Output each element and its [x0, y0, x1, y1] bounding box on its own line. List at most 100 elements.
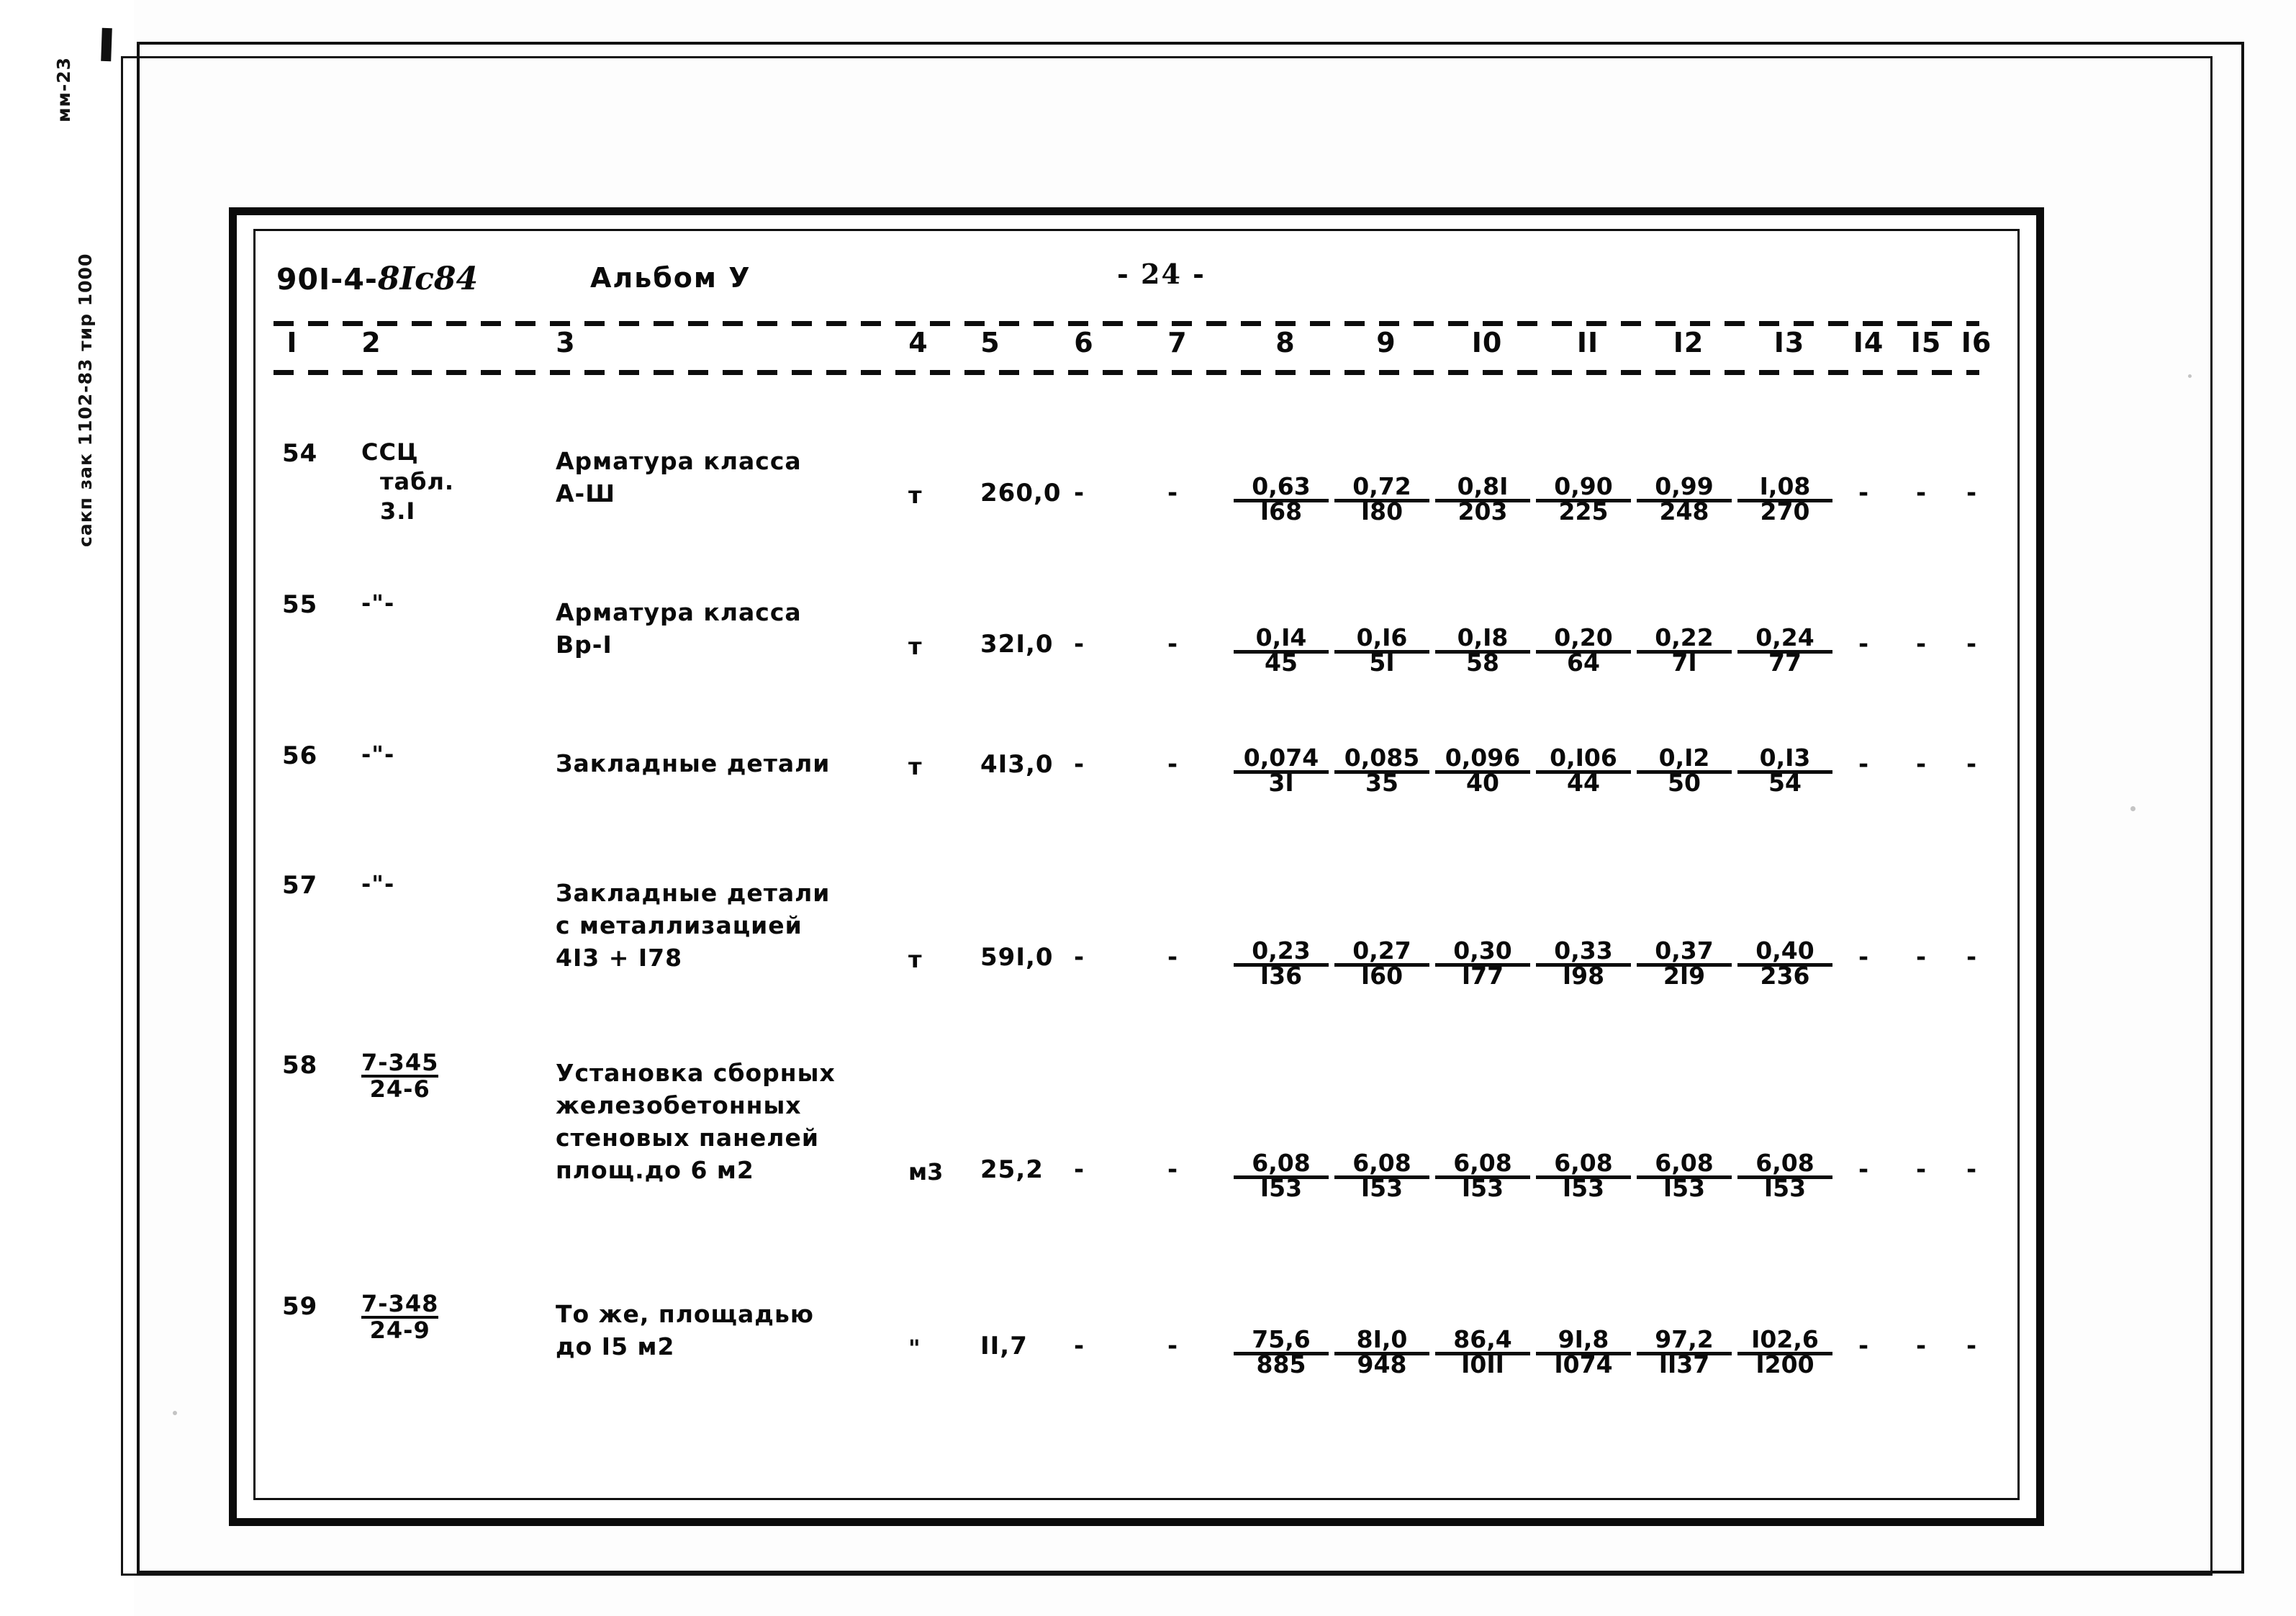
value-fraction: 0,99 248: [1637, 474, 1732, 524]
value-fraction: 0,23 I36: [1234, 939, 1329, 988]
column-number-I2: I2: [1673, 327, 1704, 358]
row-description-line: Закладные детали: [556, 749, 831, 777]
row-col16-dash: -: [1966, 750, 1977, 779]
row-col14-dash: -: [1858, 1155, 1869, 1184]
value-numerator: 6,08: [1554, 1149, 1613, 1177]
value-numerator: 0,72: [1352, 472, 1411, 500]
scan-speckle: [2130, 806, 2135, 811]
row-col14-dash: -: [1858, 943, 1869, 972]
row-quantity: II,7: [980, 1332, 1028, 1360]
value-fraction: 0,I8 58: [1435, 626, 1530, 675]
margin-note-secondary: мм-23: [53, 56, 74, 122]
value-numerator: 0,I3: [1759, 744, 1811, 772]
value-denominator: I36: [1260, 962, 1303, 990]
scan-speckle: [2188, 374, 2192, 378]
value-denominator: I68: [1260, 497, 1303, 525]
page-number: - 24 -: [1117, 258, 1206, 290]
row-col14-dash: -: [1858, 479, 1869, 507]
value-numerator: 0,27: [1352, 936, 1411, 965]
row-col16-dash: -: [1966, 943, 1977, 972]
series-code-handwritten: 8Iс84: [377, 261, 479, 297]
value-numerator: 0,24: [1755, 623, 1814, 651]
row-quantity: 4I3,0: [980, 750, 1054, 779]
value-denominator: 7I: [1671, 649, 1697, 677]
column-number-6: 6: [1074, 327, 1094, 358]
value-denominator: I53: [1461, 1174, 1504, 1202]
value-denominator: I53: [1663, 1174, 1706, 1202]
value-numerator: 0,20: [1554, 623, 1613, 651]
column-number-5: 5: [980, 327, 1000, 358]
value-numerator: 0,I06: [1550, 744, 1617, 772]
row-description-line: с металлизацией: [556, 911, 803, 939]
scan-speckle: [173, 1411, 177, 1415]
value-fraction: 0,096 40: [1435, 746, 1530, 795]
scan-artifact-blob: [101, 27, 112, 62]
row-number: 54: [282, 439, 318, 468]
row-code: 7-345 24-6: [361, 1051, 439, 1103]
value-denominator: I0II: [1461, 1350, 1504, 1378]
row-quantity: 32I,0: [980, 630, 1054, 659]
row-quantity: 59I,0: [980, 943, 1054, 972]
value-fraction: 0,I6 5I: [1334, 626, 1429, 675]
row-number: 55: [282, 590, 318, 619]
column-number-I3: I3: [1773, 327, 1805, 358]
row-col6-dash: -: [1074, 630, 1085, 659]
row-col16-dash: -: [1966, 630, 1977, 659]
value-numerator: I02,6: [1751, 1325, 1819, 1353]
row-col7-dash: -: [1167, 1332, 1178, 1360]
table-row: 59 7-348 24-9 То же, площадью до I5 м2 " II,7 -…: [253, 1292, 2015, 1436]
column-number-I6: I6: [1961, 327, 1992, 358]
margin-note-primary: сакп зак 1102-83 тир 1000: [75, 253, 96, 547]
value-denominator: 40: [1466, 769, 1499, 797]
row-description-line: железобетонных: [556, 1091, 802, 1119]
row-col15-dash: -: [1916, 943, 1927, 972]
row-quantity: 260,0: [980, 479, 1062, 507]
value-numerator: 0,63: [1252, 472, 1311, 500]
value-numerator: 0,074: [1243, 744, 1319, 772]
row-code-denominator: 24-6: [369, 1075, 430, 1103]
row-col15-dash: -: [1916, 1155, 1927, 1184]
value-denominator: I53: [1360, 1174, 1404, 1202]
row-col6-dash: -: [1074, 1332, 1085, 1360]
value-denominator: 203: [1457, 497, 1508, 525]
value-denominator: 44: [1567, 769, 1600, 797]
row-description-line: Закладные детали: [556, 879, 831, 907]
value-denominator: I60: [1360, 962, 1404, 990]
row-code-line: 3.I: [380, 497, 416, 525]
value-denominator: I53: [1763, 1174, 1807, 1202]
row-number: 56: [282, 741, 318, 770]
page-left-margin: сакп зак 1102-83 тир 1000 мм-23: [0, 0, 134, 1616]
value-fraction: 0,I06 44: [1536, 746, 1631, 795]
row-col14-dash: -: [1858, 750, 1869, 779]
value-numerator: 0,I8: [1457, 623, 1509, 651]
value-fraction: 97,2 II37: [1637, 1327, 1732, 1377]
value-denominator: I77: [1461, 962, 1504, 990]
row-description-line: до I5 м2: [556, 1332, 675, 1360]
value-fraction: 6,08 I53: [1334, 1151, 1429, 1201]
value-fraction: 0,90 225: [1536, 474, 1631, 524]
row-col15-dash: -: [1916, 479, 1927, 507]
value-denominator: I98: [1562, 962, 1605, 990]
value-numerator: 6,08: [1453, 1149, 1512, 1177]
row-unit: м3: [908, 1158, 944, 1186]
row-description-line: 4I3 + I78: [556, 944, 683, 972]
row-col15-dash: -: [1916, 750, 1927, 779]
value-numerator: 8I,0: [1356, 1325, 1408, 1353]
value-denominator: 58: [1466, 649, 1499, 677]
value-numerator: 0,33: [1554, 936, 1613, 965]
column-number-I5: I5: [1910, 327, 1942, 358]
row-col7-dash: -: [1167, 750, 1178, 779]
value-fraction: 6,08 I53: [1234, 1151, 1329, 1201]
value-numerator: 75,6: [1252, 1325, 1311, 1353]
value-fraction: 0,40 236: [1737, 939, 1832, 988]
value-fraction: 0,22 7I: [1637, 626, 1732, 675]
row-col7-dash: -: [1167, 630, 1178, 659]
value-numerator: 0,I6: [1356, 623, 1408, 651]
row-code-denominator: 24-9: [369, 1316, 430, 1344]
value-denominator: 248: [1659, 497, 1709, 525]
value-denominator: I53: [1562, 1174, 1605, 1202]
column-number-I0: I0: [1471, 327, 1503, 358]
value-fraction: 0,72 I80: [1334, 474, 1429, 524]
value-denominator: 885: [1256, 1350, 1306, 1378]
value-numerator: 0,99: [1655, 472, 1714, 500]
